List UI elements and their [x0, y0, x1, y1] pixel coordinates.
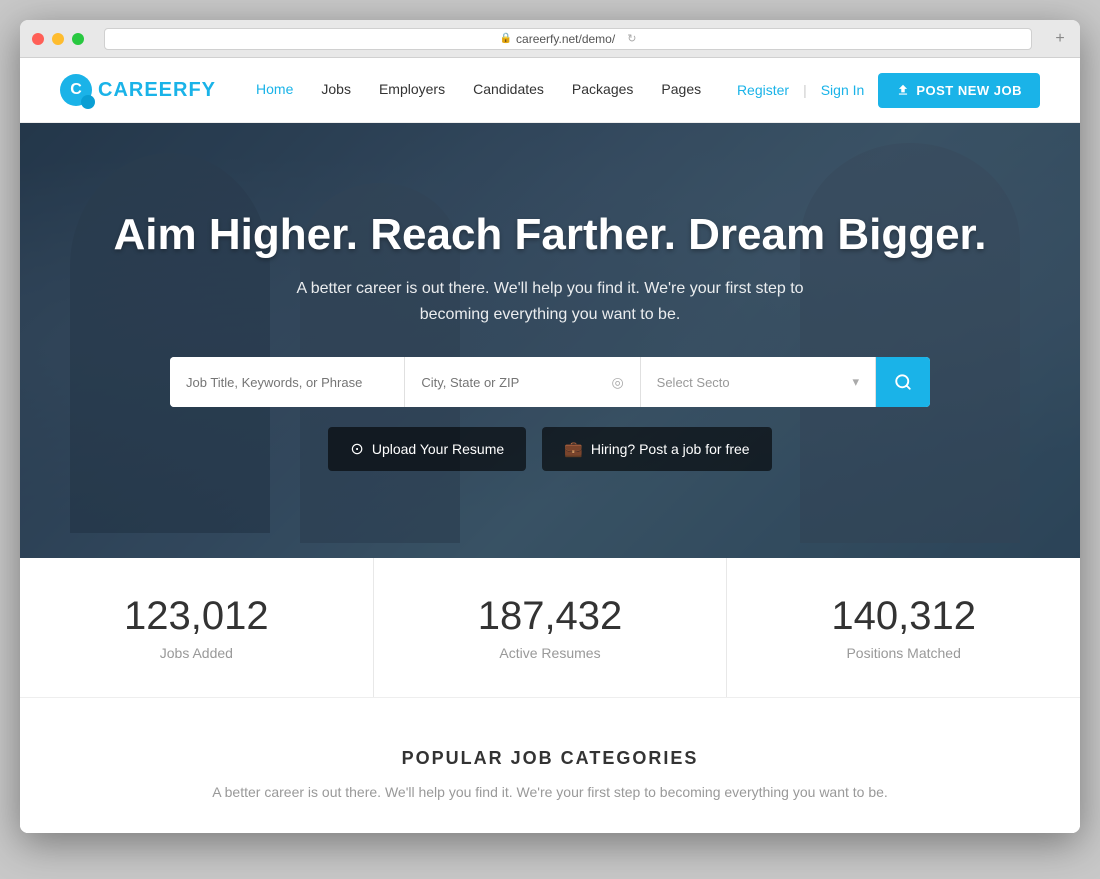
signin-link[interactable]: Sign In	[821, 82, 865, 98]
location-input[interactable]	[421, 375, 605, 390]
navbar: C CAREERFY Home Jobs Employers Candidate…	[20, 58, 1080, 123]
nav-item-pages[interactable]: Pages	[661, 81, 701, 99]
hero-section: Aim Higher. Reach Farther. Dream Bigger.…	[20, 123, 1080, 558]
new-tab-button[interactable]: +	[1052, 31, 1068, 47]
logo-text: CAREERFY	[98, 79, 216, 102]
register-link[interactable]: Register	[737, 82, 789, 98]
categories-subtitle: A better career is out there. We'll help…	[60, 781, 1040, 803]
maximize-button[interactable]	[72, 33, 84, 45]
upload-icon	[896, 83, 910, 97]
positions-matched-label: Positions Matched	[747, 645, 1060, 661]
jobs-added-number: 123,012	[40, 594, 353, 639]
nav-item-jobs[interactable]: Jobs	[321, 81, 351, 99]
browser-window: 🔒 careerfy.net/demo/ ↻ + C CAREERFY Home…	[20, 20, 1080, 833]
jobs-added-label: Jobs Added	[40, 645, 353, 661]
job-search-input[interactable]	[170, 357, 405, 407]
hero-title: Aim Higher. Reach Farther. Dream Bigger.	[60, 210, 1040, 260]
search-button[interactable]	[876, 357, 930, 407]
stat-positions-matched: 140,312 Positions Matched	[727, 558, 1080, 697]
minimize-button[interactable]	[52, 33, 64, 45]
page-content: C CAREERFY Home Jobs Employers Candidate…	[20, 58, 1080, 833]
nav-links: Home Jobs Employers Candidates Packages …	[256, 81, 737, 99]
search-icon	[894, 373, 912, 391]
location-field: ◎	[405, 357, 640, 407]
browser-titlebar: 🔒 careerfy.net/demo/ ↻ +	[20, 20, 1080, 58]
hero-subtitle: A better career is out there. We'll help…	[60, 276, 1040, 327]
close-button[interactable]	[32, 33, 44, 45]
post-job-free-button[interactable]: 💼 Hiring? Post a job for free	[542, 427, 771, 471]
sector-select[interactable]: Select Secto ▾	[641, 357, 876, 407]
nav-divider: |	[803, 82, 807, 98]
briefcase-icon: 💼	[564, 440, 583, 458]
nav-item-home[interactable]: Home	[256, 81, 293, 99]
stat-jobs-added: 123,012 Jobs Added	[20, 558, 374, 697]
hero-content: Aim Higher. Reach Farther. Dream Bigger.…	[20, 210, 1080, 471]
categories-title: POPULAR JOB CATEGORIES	[60, 748, 1040, 769]
nav-item-packages[interactable]: Packages	[572, 81, 633, 99]
search-bar: ◎ Select Secto ▾	[170, 357, 930, 407]
stat-active-resumes: 187,432 Active Resumes	[374, 558, 728, 697]
nav-item-employers[interactable]: Employers	[379, 81, 445, 99]
categories-section: POPULAR JOB CATEGORIES A better career i…	[20, 698, 1080, 833]
logo[interactable]: C CAREERFY	[60, 74, 216, 106]
nav-item-candidates[interactable]: Candidates	[473, 81, 544, 99]
chevron-down-icon: ▾	[852, 374, 859, 390]
nav-right: Register | Sign In POST NEW JOB	[737, 73, 1040, 108]
stats-section: 123,012 Jobs Added 187,432 Active Resume…	[20, 558, 1080, 698]
address-bar[interactable]: 🔒 careerfy.net/demo/ ↻	[104, 28, 1032, 50]
active-resumes-number: 187,432	[394, 594, 707, 639]
lock-icon: 🔒	[500, 33, 512, 44]
location-icon: ◎	[611, 374, 623, 391]
upload-resume-icon: ⊙	[350, 439, 363, 459]
positions-matched-number: 140,312	[747, 594, 1060, 639]
logo-icon: C	[60, 74, 92, 106]
hero-cta: ⊙ Upload Your Resume 💼 Hiring? Post a jo…	[60, 427, 1040, 471]
upload-resume-button[interactable]: ⊙ Upload Your Resume	[328, 427, 526, 471]
post-job-button[interactable]: POST NEW JOB	[878, 73, 1040, 108]
url-text: careerfy.net/demo/	[516, 32, 615, 46]
active-resumes-label: Active Resumes	[394, 645, 707, 661]
refresh-icon: ↻	[627, 32, 636, 45]
